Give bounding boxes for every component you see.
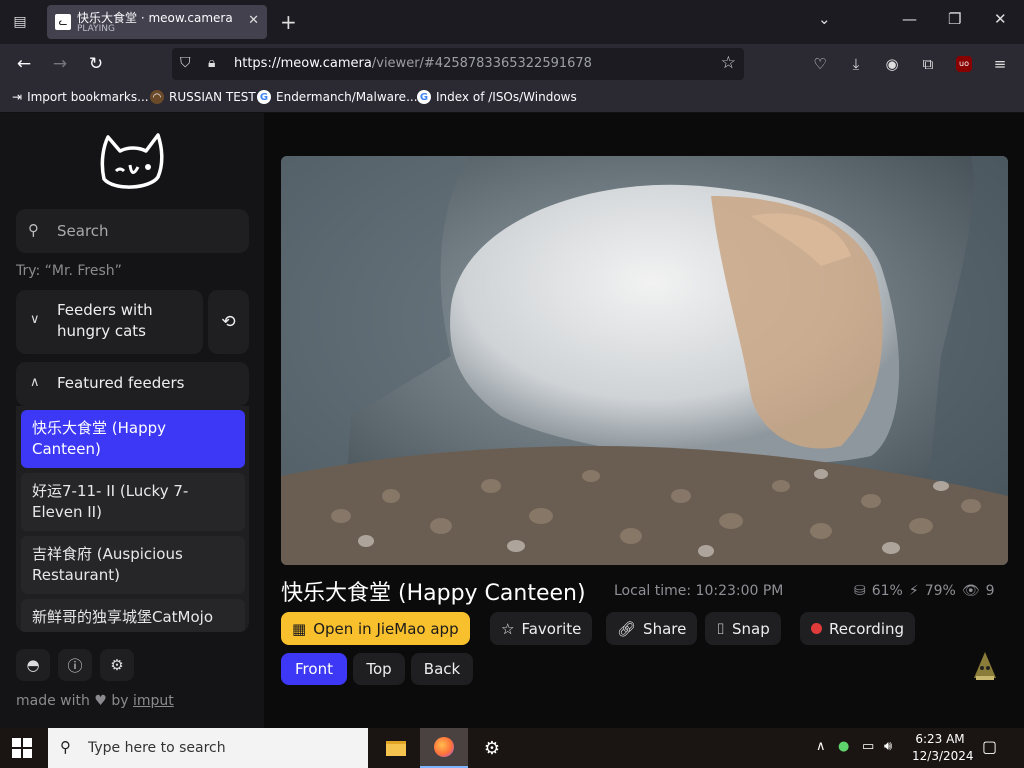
tab-list-icon[interactable]: ▤	[8, 10, 32, 34]
bookmarks-bar: ⇥ Import bookmarks... ◠ RUSSIAN TEST G Ende…	[0, 84, 1024, 113]
camera-frame-image	[281, 156, 1008, 565]
viewer-count: 9	[985, 583, 995, 599]
address-bar[interactable]: ⛉ 🔒︎ https://meow.camera/viewer/#4258783…	[172, 48, 744, 80]
google-icon: G	[257, 90, 271, 104]
author-link[interactable]: imput	[133, 693, 174, 709]
extensions-icon[interactable]: ⧉	[918, 54, 938, 74]
qr-code-icon: ▦	[292, 619, 307, 638]
gear-icon: ⚙	[110, 656, 124, 674]
discord-button[interactable]: ◓	[16, 649, 50, 681]
download-icon[interactable]: ⤓	[846, 54, 866, 74]
tray-chevron-icon[interactable]: ∧	[816, 739, 826, 754]
restore-icon[interactable]: ❐	[948, 10, 961, 28]
lock-icon[interactable]: 🔒︎	[208, 55, 215, 71]
favorite-button[interactable]: ☆ Favorite	[490, 612, 593, 645]
page-content: ⚲ Search Try: “Mr. Fresh” ∨ Feeders with…	[0, 113, 1024, 728]
account-icon[interactable]: ◉	[882, 54, 902, 74]
bookmark-russian-test[interactable]: ◠ RUSSIAN TEST	[150, 90, 256, 104]
recording-button[interactable]: Recording	[800, 612, 916, 645]
feeder-item-happy-canteen[interactable]: 快乐大食堂 (Happy Canteen)	[21, 410, 245, 468]
search-icon: ⚲	[60, 738, 71, 756]
sidebar: ⚲ Search Try: “Mr. Fresh” ∨ Feeders with…	[0, 113, 264, 728]
credits: made with ♥ by imput	[16, 693, 174, 709]
battery-icon: ⚡︎	[908, 583, 919, 599]
meow-camera-logo[interactable]	[98, 131, 166, 191]
feeder-item-catmojo[interactable]: 新鲜哥的独享城堡CatMojo	[21, 599, 245, 632]
eye-icon: 👁︎	[961, 583, 980, 599]
notifications-icon[interactable]: ▢	[982, 737, 997, 756]
browser-tab-bar: ▤ ᓚ 快乐大食堂 · meow.camera PLAYING ✕ + ⌄ — …	[0, 0, 1024, 44]
minimize-icon[interactable]: —	[902, 10, 917, 28]
cat-favicon-icon: ᓚ	[55, 14, 71, 30]
shield-icon[interactable]: ⛉	[180, 55, 191, 71]
browser-tab[interactable]: ᓚ 快乐大食堂 · meow.camera PLAYING ✕	[47, 5, 267, 39]
windows-taskbar: ⚲ Type here to search ⚙ ∧ ● ▭ 🔊︎ 6:23 AM…	[0, 728, 1024, 768]
food-level: 61%	[871, 583, 903, 599]
bookmark-endermanch[interactable]: G Endermanch/Malware...	[257, 90, 418, 104]
link-icon: 🔗︎	[617, 619, 637, 638]
discord-icon: ◓	[26, 656, 40, 674]
feeder-item-auspicious-restaurant[interactable]: 吉祥食府 (Auspicious Restaurant)	[21, 536, 245, 594]
mascot-icon	[974, 652, 996, 680]
food-level-icon: ⛁	[854, 583, 866, 599]
featured-feeders-toggle[interactable]: ∧ Featured feeders	[16, 362, 249, 406]
user-icon[interactable]: ●	[838, 739, 849, 754]
feeder-item-lucky-7-eleven[interactable]: 好运7-11- II (Lucky 7-Eleven II)	[21, 473, 245, 531]
feeder-stats: ⛁ 61% ⚡︎ 79% 👁︎ 9	[854, 583, 995, 599]
feeder-list: 快乐大食堂 (Happy Canteen) 好运7-11- II (Lucky …	[16, 406, 249, 632]
taskbar-clock[interactable]: 6:23 AM 12/3/2024	[912, 731, 974, 765]
local-time: Local time: 10:23:00 PM	[614, 583, 784, 599]
chevron-down-icon[interactable]: ⌄	[818, 10, 831, 28]
settings-gear-icon[interactable]: ⚙	[468, 728, 516, 768]
chevron-up-icon: ∧	[30, 375, 40, 390]
firefox-icon[interactable]	[420, 728, 468, 768]
info-icon: ⓘ	[67, 656, 83, 675]
menu-icon[interactable]: ≡	[990, 54, 1010, 74]
taskbar-search-input[interactable]: ⚲ Type here to search	[48, 728, 368, 768]
share-button[interactable]: 🔗︎ Share	[606, 612, 698, 645]
globe-icon: ◠	[150, 90, 164, 104]
tab-status: PLAYING	[77, 24, 115, 34]
bookmark-import[interactable]: ⇥ Import bookmarks...	[12, 90, 149, 104]
url-text: https://meow.camera/viewer/#425878336532…	[234, 56, 592, 71]
google-icon: G	[417, 90, 431, 104]
browser-nav-bar: ← → ↻ ⛉ 🔒︎ https://meow.camera/viewer/#4…	[0, 44, 1024, 84]
forward-arrow-icon[interactable]: →	[48, 52, 72, 76]
network-icon[interactable]: ▭	[862, 739, 874, 754]
refresh-button[interactable]: ⟲	[208, 290, 249, 354]
back-arrow-icon[interactable]: ←	[12, 52, 36, 76]
camera-video[interactable]	[281, 156, 1008, 565]
snap-button[interactable]: ⌷ Snap	[705, 612, 781, 645]
import-icon: ⇥	[12, 90, 23, 104]
about-button[interactable]: ⓘ	[58, 649, 92, 681]
close-window-icon[interactable]: ✕	[994, 10, 1007, 28]
chevron-down-icon: ∨	[30, 312, 40, 327]
bookmark-isos[interactable]: G Index of /ISOs/Windows	[417, 90, 577, 104]
open-in-app-button[interactable]: ▦ Open in JieMao app	[281, 612, 470, 645]
view-back-button[interactable]: Back	[411, 653, 473, 685]
search-hint: Try: “Mr. Fresh”	[16, 263, 122, 279]
view-front-button[interactable]: Front	[281, 653, 347, 685]
volume-icon[interactable]: 🔊︎	[884, 739, 892, 754]
search-icon: ⚲	[28, 221, 39, 239]
pocket-icon[interactable]: ♡	[810, 54, 830, 74]
ublock-icon[interactable]: uo	[954, 54, 974, 74]
record-dot-icon	[811, 623, 822, 634]
star-icon: ☆	[501, 619, 515, 638]
bookmark-star-icon[interactable]: ☆	[721, 53, 736, 73]
reload-icon[interactable]: ↻	[84, 52, 108, 76]
new-tab-icon[interactable]: +	[280, 10, 297, 34]
refresh-icon: ⟲	[221, 312, 236, 332]
file-explorer-icon[interactable]	[372, 728, 420, 768]
settings-button[interactable]: ⚙	[100, 649, 134, 681]
battery-level: 79%	[924, 583, 956, 599]
view-top-button[interactable]: Top	[353, 653, 405, 685]
camera-title: 快乐大食堂 (Happy Canteen)	[281, 581, 586, 606]
tab-close-icon[interactable]: ✕	[248, 13, 259, 28]
feed-filter-dropdown[interactable]: ∨ Feeders with hungry cats	[16, 290, 203, 354]
search-input[interactable]: ⚲ Search	[16, 209, 249, 253]
heart-icon: ♥	[94, 693, 107, 709]
windows-start-icon[interactable]	[12, 738, 32, 758]
camera-icon: ⌷	[716, 619, 726, 638]
